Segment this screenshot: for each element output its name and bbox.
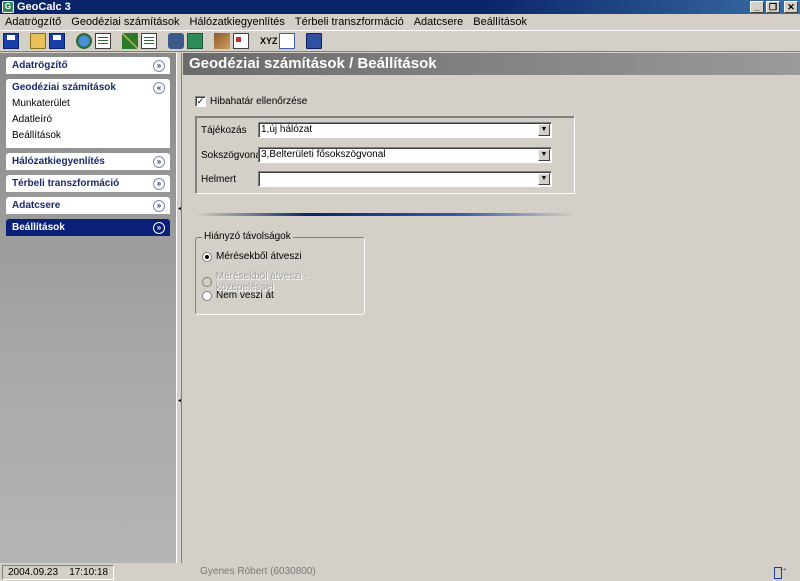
sidebar-section-adatrogzito[interactable]: Adatrögzítő » xyxy=(6,57,170,74)
help-book-icon[interactable] xyxy=(306,33,322,49)
network-document-icon[interactable] xyxy=(141,33,157,49)
collapse-chevron-icon[interactable]: » xyxy=(153,81,165,94)
open-folder-icon[interactable] xyxy=(30,33,46,49)
list-icon[interactable] xyxy=(279,33,295,49)
missing-distance-groupbox: Hiányzó távolságok Mérésekből átveszi Mé… xyxy=(195,231,365,315)
expand-chevron-icon[interactable]: » xyxy=(153,59,165,72)
section-divider xyxy=(195,213,575,216)
sidebar-item-munkaterulet[interactable]: Munkaterület xyxy=(6,96,170,112)
menu-halozatkiegyenlites[interactable]: Hálózatkiegyenlítés xyxy=(184,16,289,28)
field-label: Sokszögvonal xyxy=(201,149,264,161)
radio-option-not-taken[interactable]: Nem veszi át xyxy=(202,290,274,301)
restore-button[interactable]: ❐ xyxy=(766,1,780,13)
radio-button[interactable] xyxy=(202,251,212,262)
sidebar-section-label: Adatcsere xyxy=(12,200,61,211)
field-helmert: Helmert ▼ xyxy=(201,171,552,187)
sidebar: Adatrögzítő » Geodéziai számítások » Mun… xyxy=(0,53,176,563)
radio-button xyxy=(202,277,212,287)
groupbox-legend: Hiányzó távolságok xyxy=(202,231,293,242)
sidebar-section-geodeziai[interactable]: Geodéziai számítások » xyxy=(6,79,170,96)
dropdown-arrow-icon[interactable]: ▼ xyxy=(538,149,550,161)
error-check-checkbox[interactable]: ✓ xyxy=(195,96,206,107)
document-icon[interactable] xyxy=(95,33,111,49)
toolbar: XYZ xyxy=(0,30,800,52)
error-check-row[interactable]: ✓ Hibahatár ellenőrzése xyxy=(195,96,307,107)
sidebar-splitter[interactable]: ◂ ◂ xyxy=(176,53,182,563)
dropdown-arrow-icon[interactable]: ▼ xyxy=(538,124,550,136)
sidebar-section-halozat[interactable]: Hálózatkiegyenlítés » xyxy=(6,153,170,170)
status-time: 17:10:18 xyxy=(69,566,109,578)
menu-adatcsere[interactable]: Adatcsere xyxy=(409,16,469,28)
sidebar-section-adatcsere[interactable]: Adatcsere » xyxy=(6,197,170,214)
radio-button[interactable] xyxy=(202,290,212,301)
expand-chevron-icon[interactable]: » xyxy=(153,177,165,190)
save-all-icon[interactable] xyxy=(49,33,65,49)
minimize-button[interactable]: _ xyxy=(750,1,764,13)
field-sokszogvonal: Sokszögvonal 3,Belterületi fősokszögvona… xyxy=(201,147,552,163)
menu-bar: Adatrögzítő Geodéziai számítások Hálózat… xyxy=(0,14,800,30)
sidebar-item-beallitasok[interactable]: Beállítások xyxy=(6,128,170,144)
sidebar-section-label: Beállítások xyxy=(12,222,65,233)
globe-icon[interactable] xyxy=(76,33,92,49)
export-icon[interactable] xyxy=(233,33,249,49)
sidebar-section-label: Hálózatkiegyenlítés xyxy=(12,156,105,167)
expand-chevron-icon[interactable]: » xyxy=(153,221,165,234)
radio-label: Mérésekből átveszi xyxy=(216,251,302,262)
helmert-select[interactable]: ▼ xyxy=(258,171,552,187)
status-datetime: 2004.09.23 17:10:18 xyxy=(2,564,115,580)
window-title: GeoCalc 3 xyxy=(17,1,71,13)
sidebar-section-label: Adatrögzítő xyxy=(12,60,68,71)
splitter-grip-icon: ◂ xyxy=(178,206,182,212)
page-title: Geodéziai számítások / Beállítások xyxy=(183,53,800,75)
menu-beallitasok[interactable]: Beállítások xyxy=(468,16,532,28)
main-panel: Geodéziai számítások / Beállítások ✓ Hib… xyxy=(183,53,800,563)
splitter-grip-icon: ◂ xyxy=(178,398,182,404)
field-label: Helmert xyxy=(201,173,237,185)
app-icon: G xyxy=(2,1,14,13)
select-value: 1,új hálózat xyxy=(261,124,313,135)
sidebar-section-label: Térbeli transzformáció xyxy=(12,178,120,189)
field-label: Tájékozás xyxy=(201,124,247,136)
menu-terbeli-transzformacio[interactable]: Térbeli transzformáció xyxy=(290,16,409,28)
tajekozas-select[interactable]: 1,új hálózat ▼ xyxy=(258,122,552,138)
sidebar-subitems: Munkaterület Adatleíró Beállítások xyxy=(6,96,170,148)
menu-geodeziai-szamitasok[interactable]: Geodéziai számítások xyxy=(66,16,184,28)
sidebar-section-terbeli[interactable]: Térbeli transzformáció » xyxy=(6,175,170,192)
exit-icon[interactable] xyxy=(774,563,788,579)
transform-document-icon[interactable] xyxy=(187,33,203,49)
xyz-icon[interactable]: XYZ xyxy=(260,33,278,49)
title-bar: G GeoCalc 3 _ ❐ ✕ xyxy=(0,0,800,14)
settings-groupbox: Tájékozás 1,új hálózat ▼ Sokszögvonal 3,… xyxy=(195,116,575,194)
status-date: 2004.09.23 xyxy=(8,566,59,578)
close-button[interactable]: ✕ xyxy=(784,1,798,13)
sokszogvonal-select[interactable]: 3,Belterületi fősokszögvonal ▼ xyxy=(258,147,552,163)
network-icon[interactable] xyxy=(122,33,138,49)
field-tajekozas: Tájékozás 1,új hálózat ▼ xyxy=(201,122,552,138)
select-value: 3,Belterületi fősokszögvonal xyxy=(261,149,386,160)
radio-label: Nem veszi át xyxy=(216,290,274,301)
save-icon[interactable] xyxy=(3,33,19,49)
expand-chevron-icon[interactable]: » xyxy=(153,199,165,212)
sidebar-section-label: Geodéziai számítások xyxy=(12,82,116,93)
error-check-label: Hibahatár ellenőrzése xyxy=(210,96,308,107)
status-bar: 2004.09.23 17:10:18 Gyenes Róbert (60308… xyxy=(0,563,800,581)
import-icon[interactable] xyxy=(214,33,230,49)
menu-adatrogzito[interactable]: Adatrögzítő xyxy=(0,16,66,28)
expand-chevron-icon[interactable]: » xyxy=(153,155,165,168)
transform-icon[interactable] xyxy=(168,33,184,49)
status-user: Gyenes Róbert (6030800) xyxy=(200,565,316,577)
radio-option-from-measurements[interactable]: Mérésekből átveszi xyxy=(202,251,302,262)
sidebar-item-adatleiro[interactable]: Adatleíró xyxy=(6,112,170,128)
dropdown-arrow-icon[interactable]: ▼ xyxy=(538,173,550,185)
sidebar-section-beallitasok[interactable]: Beállítások » xyxy=(6,219,170,236)
